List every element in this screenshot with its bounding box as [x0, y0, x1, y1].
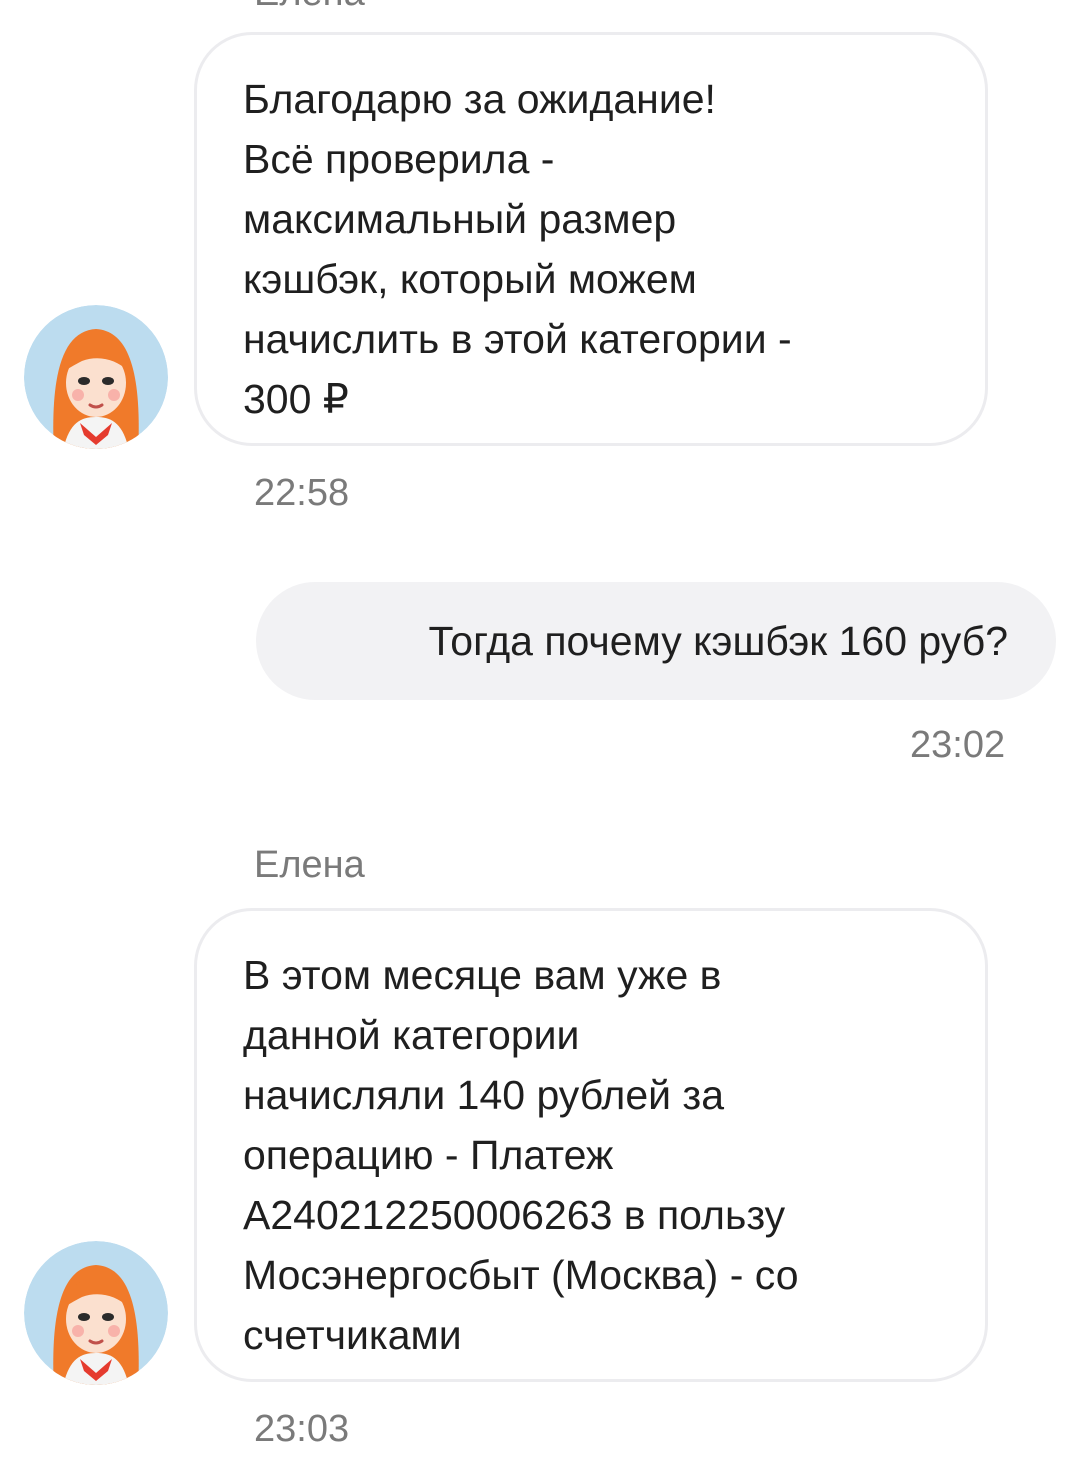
operator-avatar[interactable]	[24, 305, 168, 449]
message-text: Благодарю за ожидание! Всё проверила - м…	[243, 76, 792, 422]
message-text: Тогда почему кэшбэк 160 руб?	[428, 618, 1008, 664]
message-time: 23:02	[910, 724, 1006, 766]
message-time: 23:03	[254, 1408, 350, 1450]
operator-avatar-icon	[24, 1241, 168, 1385]
message-bubble-incoming[interactable]: В этом месяце вам уже в данной категории…	[194, 908, 988, 1382]
operator-avatar-icon	[24, 305, 168, 449]
message-bubble-incoming[interactable]: Благодарю за ожидание! Всё проверила - м…	[194, 32, 988, 446]
operator-avatar[interactable]	[24, 1241, 168, 1385]
message-bubble-outgoing[interactable]: Тогда почему кэшбэк 160 руб?	[256, 582, 1056, 700]
message-time: 22:58	[254, 472, 350, 514]
sender-name: Елена	[254, 844, 365, 886]
sender-name: Елена	[254, 0, 365, 12]
message-text: В этом месяце вам уже в данной категории…	[243, 952, 799, 1358]
